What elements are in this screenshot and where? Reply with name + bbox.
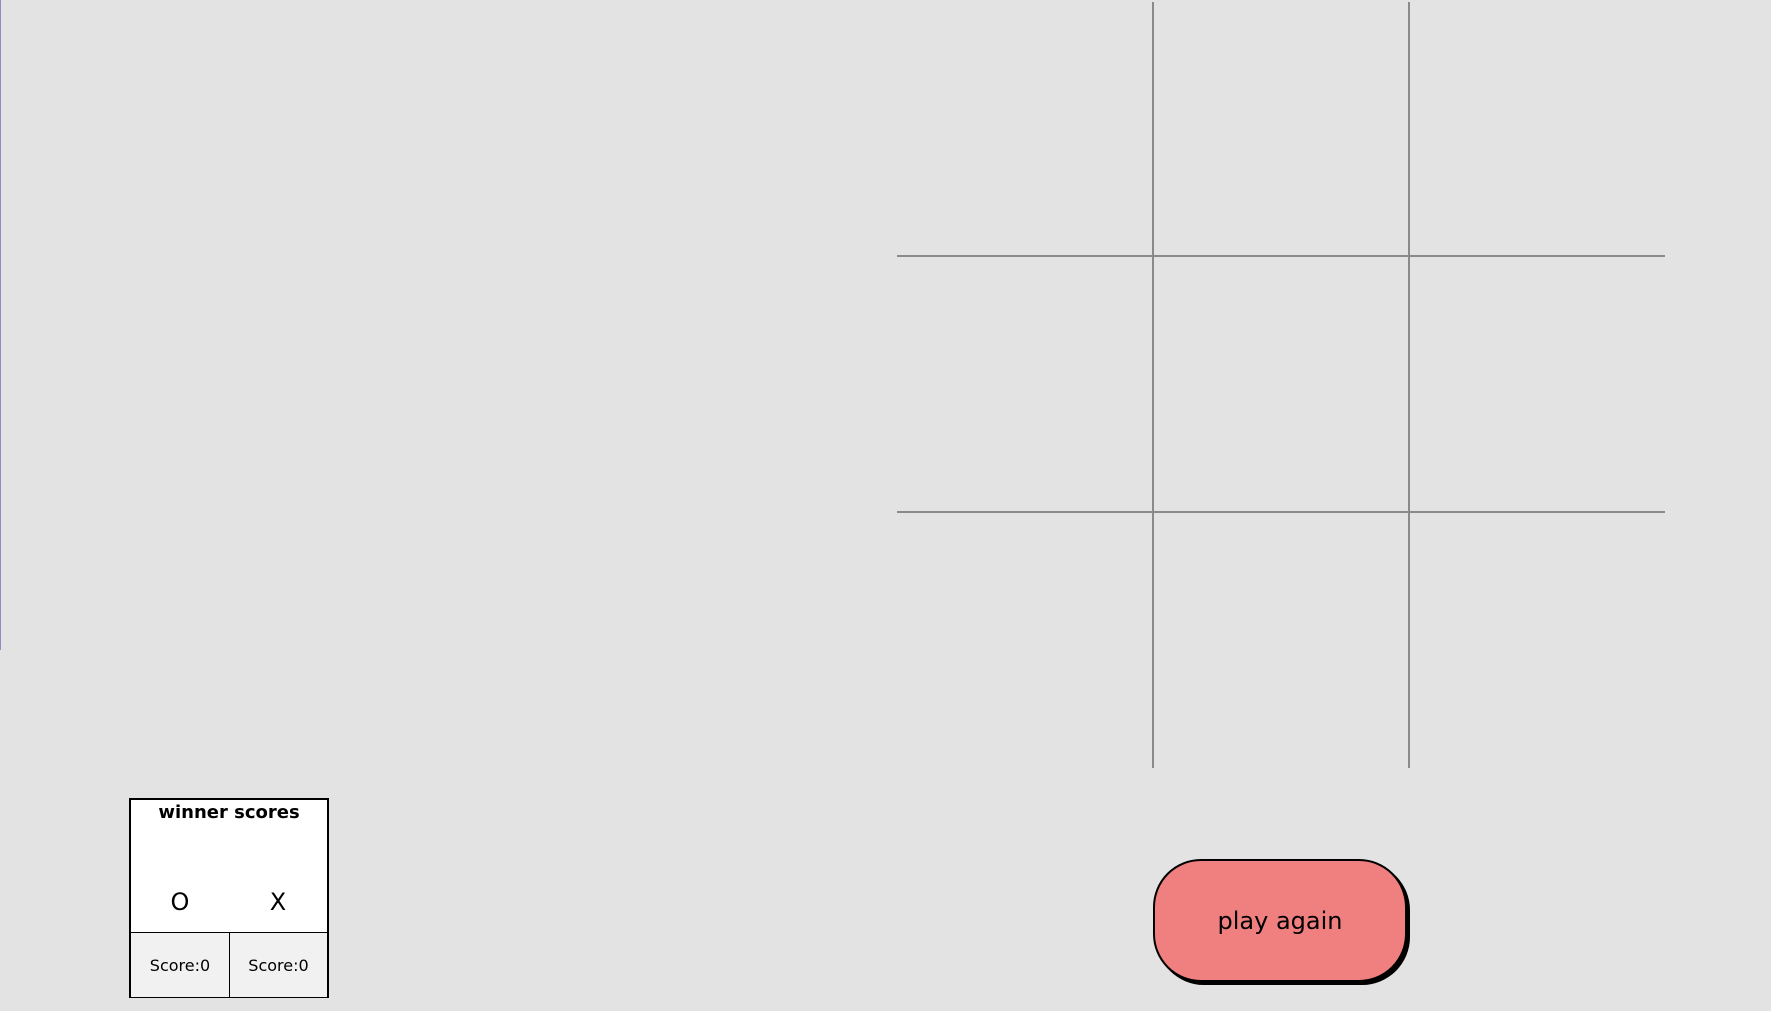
board-cell-7[interactable]	[897, 512, 1153, 768]
board-cell-5[interactable]	[1153, 256, 1409, 512]
grid-line-horizontal-2	[897, 511, 1665, 513]
player-o-label: O	[170, 888, 190, 916]
window-left-edge	[0, 0, 1, 650]
score-row: Score:0 Score:0	[131, 932, 327, 997]
grid-line-vertical-2	[1408, 2, 1410, 768]
tic-tac-toe-board	[897, 0, 1665, 768]
play-again-button[interactable]: play again	[1153, 859, 1407, 982]
board-cell-2[interactable]	[1153, 0, 1409, 256]
board-cell-8[interactable]	[1153, 512, 1409, 768]
board-cell-1[interactable]	[897, 0, 1153, 256]
player-x-score: Score:0	[229, 933, 327, 997]
board-cell-4[interactable]	[897, 256, 1153, 512]
player-o-score: Score:0	[149, 955, 211, 975]
board-cell-9[interactable]	[1409, 512, 1665, 768]
winner-scores-panel: winner scores O X Score:0 Score:0	[129, 798, 329, 998]
board-cell-6[interactable]	[1409, 256, 1665, 512]
board-cell-3[interactable]	[1409, 0, 1665, 256]
grid-line-horizontal-1	[897, 255, 1665, 257]
scoreboard-title: winner scores	[158, 802, 300, 823]
player-x-label: X	[269, 888, 287, 916]
grid-line-vertical-1	[1152, 2, 1154, 768]
